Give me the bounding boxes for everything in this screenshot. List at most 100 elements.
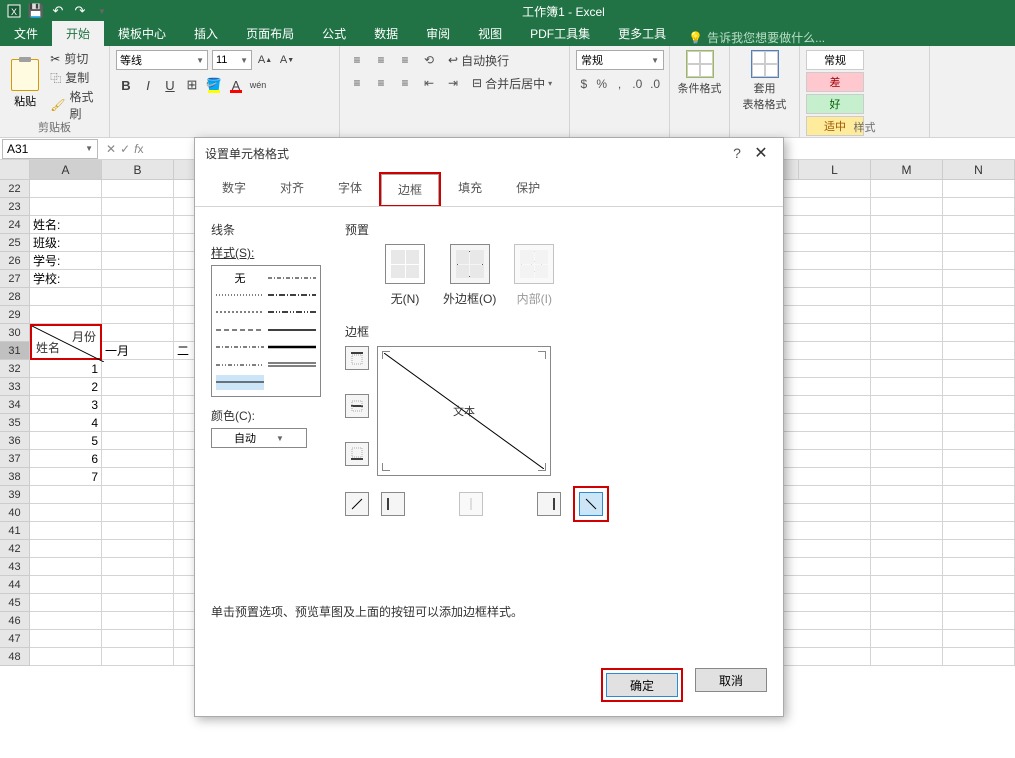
select-all-corner[interactable] [0,160,30,179]
row-header[interactable]: 42 [0,540,30,558]
line-style-option[interactable] [216,357,264,372]
tab-pdftools[interactable]: PDF工具集 [516,21,604,46]
save-icon[interactable]: 💾 [26,1,46,21]
decrease-font-button[interactable]: A▼ [278,50,296,70]
qat-dropdown-icon[interactable]: ▼ [92,1,112,21]
name-box[interactable]: A31▼ [2,139,98,159]
tab-home[interactable]: 开始 [52,21,104,46]
preset-outline-button[interactable]: 外边框(O) [443,244,496,307]
row-header[interactable]: 30 [0,324,30,342]
row-header[interactable]: 36 [0,432,30,450]
font-color-button[interactable]: A [226,74,246,96]
line-style-option[interactable] [268,305,316,320]
enter-formula-icon[interactable]: ✓ [120,142,130,156]
dlg-tab-fill[interactable]: 填充 [441,172,499,206]
phonetic-button[interactable]: wén [248,74,268,96]
col-header-A[interactable]: A [30,160,102,179]
col-header-M[interactable]: M [871,160,943,179]
align-middle-button[interactable]: ≡ [370,50,392,70]
comma-format-button[interactable]: , [612,74,628,94]
preset-none-button[interactable]: 无(N) [385,244,425,307]
line-style-option[interactable] [268,357,316,372]
accounting-format-button[interactable]: $ [576,74,592,94]
line-style-option[interactable] [268,270,316,285]
cell[interactable]: 2 [30,378,102,396]
font-name-select[interactable]: 等线▼ [116,50,208,70]
line-style-option[interactable] [268,340,316,355]
row-header[interactable]: 28 [0,288,30,306]
row-header[interactable]: 22 [0,180,30,198]
percent-format-button[interactable]: % [594,74,610,94]
border-bottom-button[interactable] [345,442,369,466]
table-format-button[interactable]: 套用 表格格式 [743,50,787,112]
line-style-option[interactable] [268,287,316,302]
line-style-option[interactable] [216,322,264,337]
cell[interactable]: 学号: [30,252,102,270]
dlg-tab-border[interactable]: 边框 [381,174,439,205]
redo-icon[interactable]: ↷ [70,1,90,21]
border-top-button[interactable] [345,346,369,370]
row-header[interactable]: 32 [0,360,30,378]
cancel-formula-icon[interactable]: ✕ [106,142,116,156]
tab-file[interactable]: 文件 [0,21,52,46]
row-header[interactable]: 27 [0,270,30,288]
row-header[interactable]: 38 [0,468,30,486]
cell[interactable]: 4 [30,414,102,432]
tab-pagelayout[interactable]: 页面布局 [232,21,308,46]
dlg-tab-font[interactable]: 字体 [321,172,379,206]
row-header[interactable]: 35 [0,414,30,432]
line-style-option[interactable] [268,322,316,337]
row-header[interactable]: 26 [0,252,30,270]
dlg-tab-protect[interactable]: 保护 [499,172,557,206]
col-header-L[interactable]: L [799,160,871,179]
border-middle-h-button[interactable] [345,394,369,418]
undo-icon[interactable]: ↶ [48,1,68,21]
row-header[interactable]: 46 [0,612,30,630]
border-diag-down-button[interactable] [579,492,603,516]
cell[interactable]: 6 [30,450,102,468]
row-header[interactable]: 24 [0,216,30,234]
tell-me-box[interactable]: 💡 告诉我您想要做什么... [688,29,825,46]
fx-icon[interactable]: fx [134,142,143,156]
align-top-button[interactable]: ≡ [346,50,368,70]
align-bottom-button[interactable]: ≡ [394,50,416,70]
increase-indent-button[interactable]: ⇥ [442,73,464,93]
cell[interactable]: 学校: [30,270,102,288]
increase-decimal-button[interactable]: .0 [629,74,645,94]
row-header[interactable]: 39 [0,486,30,504]
cell[interactable]: 姓名: [30,216,102,234]
col-header-N[interactable]: N [943,160,1015,179]
fill-color-button[interactable]: 🪣 [204,74,224,96]
border-color-select[interactable]: 自动▼ [211,428,307,448]
tab-more[interactable]: 更多工具 [604,21,680,46]
line-style-list[interactable]: 无 [211,265,321,397]
style-normal[interactable]: 常规 [806,50,864,70]
border-preview[interactable]: 文本 [377,346,551,476]
row-header[interactable]: 43 [0,558,30,576]
close-icon[interactable]: ✕ [749,143,773,163]
paste-button[interactable]: 粘贴 [6,50,44,118]
cell[interactable]: 1 [30,360,102,378]
number-format-select[interactable]: 常规▼ [576,50,664,70]
align-right-button[interactable]: ≡ [394,73,416,93]
decrease-indent-button[interactable]: ⇤ [418,73,440,93]
row-header[interactable]: 48 [0,648,30,666]
orientation-button[interactable]: ⟲ [418,50,440,70]
row-header[interactable]: 45 [0,594,30,612]
merge-center-button[interactable]: ⊟合并后居中▾ [472,75,552,92]
row-header[interactable]: 33 [0,378,30,396]
row-header[interactable]: 31 [0,342,30,360]
preset-inside-button[interactable]: 内部(I) [514,244,554,307]
row-header[interactable]: 44 [0,576,30,594]
row-header[interactable]: 40 [0,504,30,522]
cell[interactable]: 班级: [30,234,102,252]
line-style-option[interactable] [216,305,264,320]
row-header[interactable]: 23 [0,198,30,216]
cell[interactable]: 5 [30,432,102,450]
dialog-title-bar[interactable]: 设置单元格格式 ? ✕ [195,138,783,168]
row-header[interactable]: 25 [0,234,30,252]
style-bad[interactable]: 差 [806,72,864,92]
ok-button[interactable]: 确定 [606,673,678,697]
row-header[interactable]: 29 [0,306,30,324]
conditional-format-button[interactable]: 条件格式 [678,50,722,96]
